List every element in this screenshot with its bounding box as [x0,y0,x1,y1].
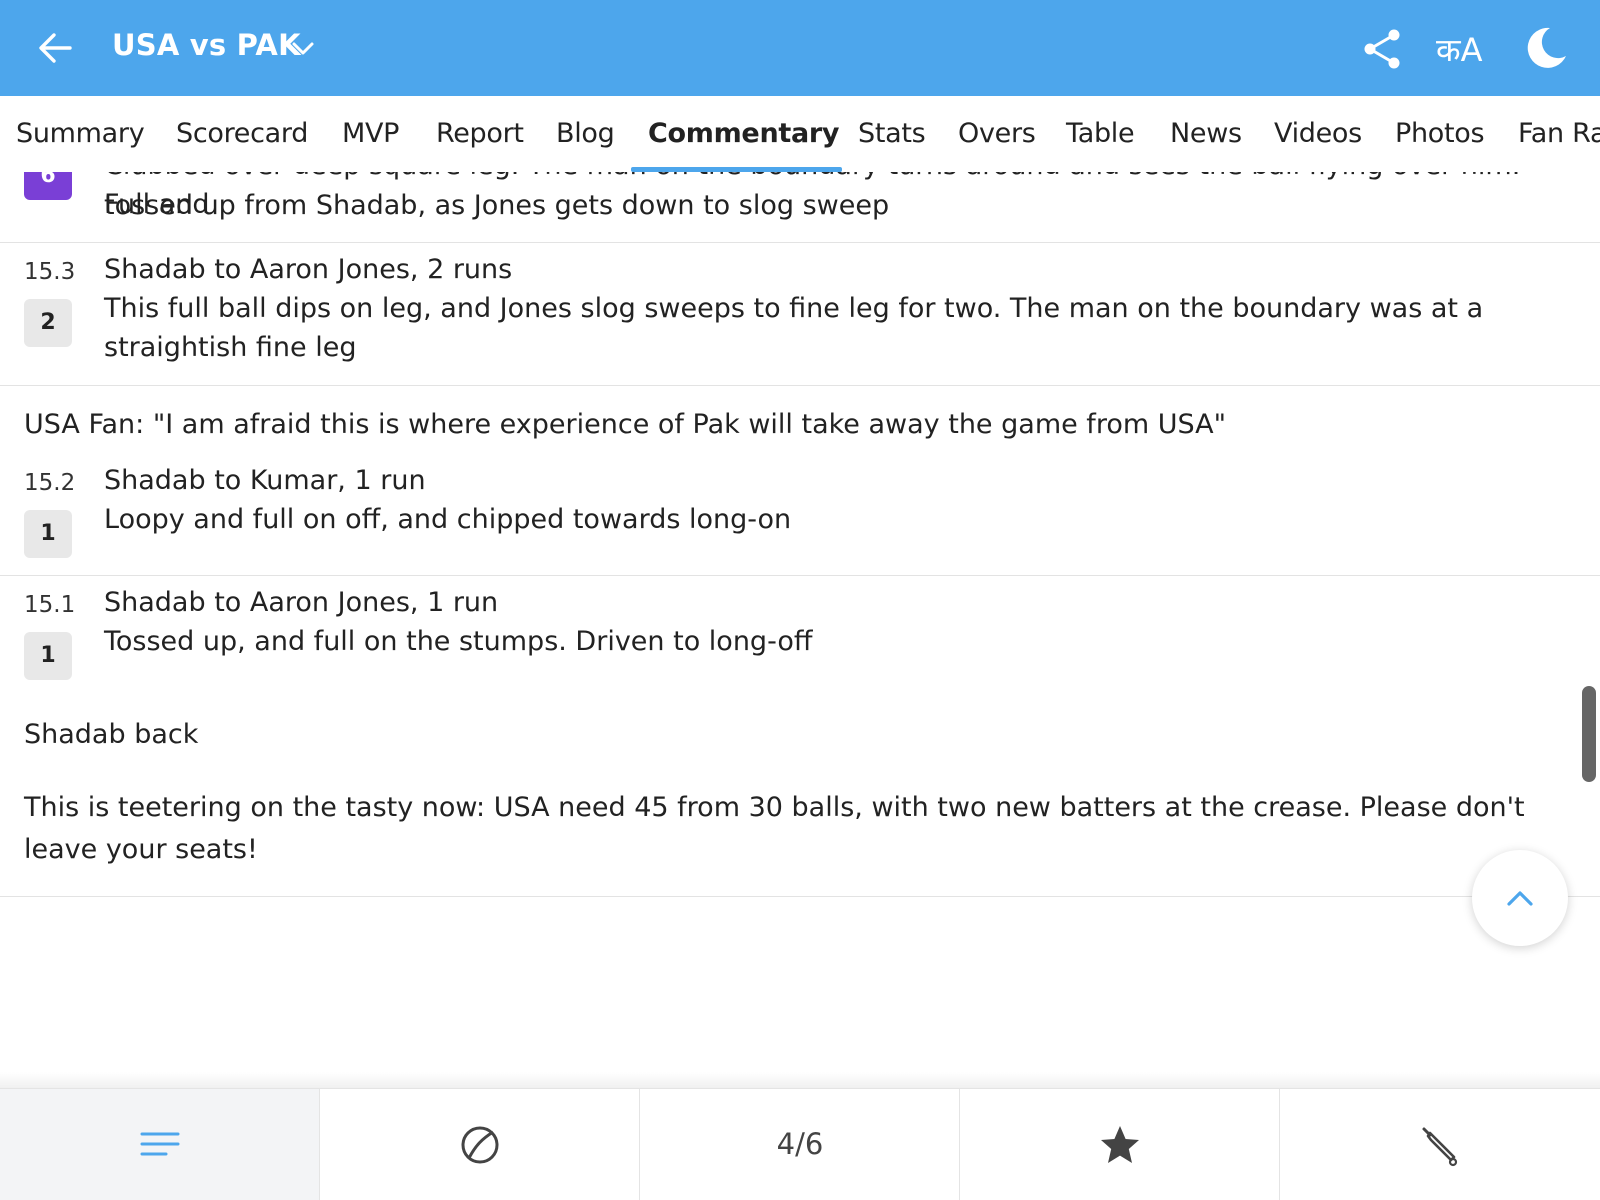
app-bar: USA vs PAK कA [0,0,1600,96]
run-badge: 1 [24,510,72,558]
ball-item: 6 Clubbed over deep square leg. The man … [0,172,1600,243]
commentary-feed[interactable]: 6 Clubbed over deep square leg. The man … [0,172,1600,1082]
bottom-bar-shadow [0,1072,1600,1088]
tab-blog[interactable]: Blog [556,118,615,149]
over-number: 15.1 [24,592,76,618]
chevron-up-icon [1507,891,1533,906]
ball-headline: Shadab to Kumar, 1 run [104,465,426,496]
tab-summary[interactable]: Summary [16,118,145,149]
tab-mvp[interactable]: MVP [342,118,399,149]
nav-highlights[interactable] [960,1089,1280,1200]
ball-item: 15.2 1 Shadab to Kumar, 1 run Loopy and … [0,454,1600,576]
tab-stats[interactable]: Stats [858,118,926,149]
nav-ball-filter[interactable] [320,1089,640,1200]
fan-comment: USA Fan: "I am afraid this is where expe… [24,409,1227,440]
run-badge: 6 [24,172,72,200]
ball-item: 15.3 2 Shadab to Aaron Jones, 2 runs Thi… [0,243,1600,386]
boundaries-label: 4/6 [776,1127,824,1161]
tab-videos[interactable]: Videos [1274,118,1362,149]
ball-item: 15.1 1 Shadab to Aaron Jones, 1 run Toss… [0,576,1600,696]
tab-scorecard[interactable]: Scorecard [176,118,308,149]
language-toggle-button[interactable]: कA [1436,28,1482,71]
chevron-down-icon[interactable] [288,34,318,64]
bat-icon [1422,1127,1458,1167]
nav-commentary-list[interactable] [0,1089,320,1200]
scroll-to-top-button[interactable] [1472,850,1568,946]
ball-headline: Shadab to Aaron Jones, 2 runs [104,254,513,285]
back-arrow-icon[interactable] [34,26,78,70]
tab-photos[interactable]: Photos [1395,118,1485,149]
tab-report[interactable]: Report [436,118,524,149]
over-number: 15.2 [24,470,76,496]
tab-news[interactable]: News [1170,118,1242,149]
over-number: 15.3 [24,259,76,285]
nav-batting[interactable] [1280,1089,1600,1200]
moon-icon[interactable] [1522,24,1570,72]
run-badge: 1 [24,632,72,680]
run-badge: 2 [24,299,72,347]
tab-fan-ratings[interactable]: Fan Ra [1518,118,1600,149]
commentary-note: Shadab back [24,719,199,750]
share-icon[interactable] [1360,26,1406,72]
match-title[interactable]: USA vs PAK [112,28,301,62]
ball-headline: Shadab to Aaron Jones, 1 run [104,587,499,618]
ball-text: Loopy and full on off, and chipped towar… [104,504,792,535]
scrollbar-thumb[interactable] [1582,686,1596,782]
tab-table[interactable]: Table [1066,118,1135,149]
list-icon [140,1132,180,1156]
divider [0,896,1600,897]
ball-text: This full ball dips on leg, and Jones sl… [104,293,1484,363]
ball-text: tossed up from Shadab, as Jones gets dow… [104,190,890,221]
nav-boundaries-filter[interactable]: 4/6 [640,1089,960,1200]
bottom-nav: 4/6 [0,1088,1600,1200]
tab-bar: Summary Scorecard MVP Report Blog Commen… [0,96,1600,172]
ball-icon [461,1126,499,1164]
tab-overs[interactable]: Overs [958,118,1036,149]
commentary-note: This is teetering on the tasty now: USA … [24,792,1525,865]
ball-text: Tossed up, and full on the stumps. Drive… [104,626,813,657]
tab-commentary[interactable]: Commentary [648,118,840,149]
star-icon [1101,1126,1139,1163]
